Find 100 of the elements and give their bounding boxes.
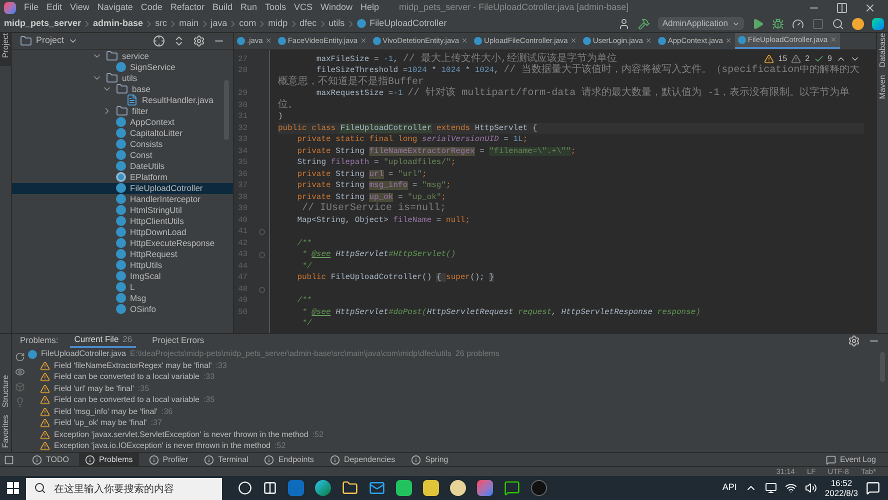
refresh-icon[interactable] (15, 352, 25, 362)
tree-item[interactable]: AppContext (12, 116, 233, 128)
tool-tab[interactable]: Dependencies (324, 453, 402, 466)
update-icon[interactable] (852, 18, 864, 30)
side-tool-tab[interactable]: Maven (872, 75, 888, 100)
tool-tab[interactable]: TODO (26, 453, 75, 466)
problem-message[interactable]: Field 'fileNameExtractorRegex' may be 'final' (54, 360, 212, 372)
plugin-icon[interactable] (872, 18, 884, 30)
problem-message[interactable]: Exception 'java.io.IOException' is never thrown in the method (54, 440, 271, 452)
scope-tab[interactable]: Project Errors (148, 334, 208, 348)
close-icon[interactable] (360, 37, 367, 44)
breadcrumb-item[interactable]: admin-base (93, 17, 144, 31)
eye-icon[interactable] (15, 366, 25, 377)
tree-item[interactable]: service (12, 50, 233, 62)
user-icon[interactable] (618, 18, 630, 30)
breadcrumb-item[interactable]: utils (328, 17, 345, 31)
tree-item[interactable]: ResultHandler.java (12, 94, 233, 106)
close-icon[interactable] (570, 37, 577, 44)
inspection-widget[interactable]: 15 2 9 (764, 52, 860, 65)
settings-icon[interactable] (848, 334, 860, 347)
breadcrumb-item[interactable]: src (155, 17, 168, 31)
task-view-icon[interactable] (263, 481, 277, 496)
problem-message[interactable]: Exception 'javax.servlet.ServletException' is never thrown in the method (54, 428, 308, 441)
tree-item[interactable]: HandlerInterceptor (12, 194, 233, 205)
tree-item[interactable]: OSinfo (12, 304, 233, 315)
close-icon[interactable] (864, 2, 876, 14)
clock[interactable]: 16:52 2022/8/3 (824, 478, 858, 498)
close-icon[interactable] (724, 37, 732, 44)
tree-item[interactable]: Const (12, 150, 233, 161)
tree-item[interactable]: SignService (12, 62, 233, 73)
menu-item[interactable]: Tools (264, 1, 286, 15)
layout-icon[interactable] (4, 454, 14, 465)
store-icon[interactable] (288, 480, 304, 496)
locate-icon[interactable] (153, 34, 165, 47)
app-icon[interactable] (396, 480, 412, 496)
ide-icon[interactable] (477, 480, 493, 496)
tree-item[interactable]: HtmlStringUtil (12, 204, 233, 216)
circle-icon[interactable] (238, 481, 252, 496)
breadcrumb-item[interactable]: java (210, 17, 228, 31)
monitor-icon[interactable] (764, 482, 777, 494)
app-icon[interactable] (450, 480, 466, 496)
expand-icon[interactable] (173, 34, 185, 47)
menu-item[interactable]: Refactor (170, 1, 204, 15)
problem-message[interactable]: Field 'up_ok' may be 'final' (54, 417, 147, 430)
mail-icon[interactable] (369, 480, 385, 496)
tree-item[interactable]: ImgScal (12, 270, 233, 282)
problem-message[interactable]: Field can be converted to a local variable (54, 371, 200, 384)
search-icon[interactable] (832, 18, 844, 30)
menu-item[interactable]: Edit (46, 1, 62, 15)
menu-item[interactable]: Run (240, 1, 257, 15)
browser-icon[interactable] (315, 480, 331, 496)
tree-item[interactable]: DateUtils (12, 160, 233, 172)
breadcrumb-item[interactable]: midp (268, 17, 288, 31)
tree-item[interactable]: Consists (12, 138, 233, 150)
tool-tab[interactable]: Spring (405, 453, 454, 466)
breadcrumb-item[interactable]: midp_pets_server (4, 17, 82, 31)
tree-item[interactable]: HttpClientUtils (12, 216, 233, 227)
tree-item[interactable]: HttpRequest (12, 248, 233, 260)
menu-item[interactable]: Navigate (97, 1, 133, 15)
tree-item[interactable]: L (12, 282, 233, 293)
tool-tab[interactable]: Terminal (198, 453, 254, 466)
tree-item[interactable]: filter (12, 106, 233, 117)
hammer-icon[interactable] (638, 18, 650, 30)
menu-item[interactable]: Window (320, 1, 353, 15)
close-icon[interactable] (264, 37, 272, 44)
tree-item[interactable]: HttpUtils (12, 260, 233, 271)
problem-message[interactable]: Field 'msg_info' may be 'final' (54, 406, 158, 418)
tree-item[interactable]: HttpDownLoad (12, 226, 233, 238)
menu-item[interactable]: View (70, 1, 90, 15)
tool-tab[interactable]: Problems (78, 453, 139, 466)
breadcrumb-item[interactable]: dfec (300, 17, 317, 31)
problem-message[interactable]: Field can be converted to a local variable (54, 394, 200, 406)
scope-tab[interactable]: Current File 26 (70, 334, 136, 348)
side-tool-tab[interactable]: Database (872, 32, 888, 68)
menu-item[interactable]: Build (212, 1, 232, 15)
app-icon[interactable] (423, 480, 439, 496)
tree-item[interactable]: CapitaltoLitter (12, 128, 233, 139)
breadcrumb-item[interactable]: com (239, 17, 256, 31)
tree-item[interactable]: Msg (12, 292, 233, 304)
close-icon[interactable] (461, 37, 468, 44)
side-tool-tab[interactable]: Favorites (0, 415, 16, 448)
gauge-icon[interactable] (792, 18, 804, 30)
tree-item[interactable]: HttpExecuteResponse (12, 238, 233, 249)
notification-icon[interactable] (866, 481, 880, 496)
restore-icon[interactable] (836, 2, 848, 14)
tray-label[interactable]: API (722, 481, 737, 495)
bug-icon[interactable] (772, 18, 784, 30)
event-log-button[interactable]: Event Log (826, 454, 884, 466)
panel-title[interactable]: Project (36, 34, 64, 48)
close-icon[interactable] (644, 37, 652, 44)
settings-icon[interactable] (193, 34, 205, 47)
menu-item[interactable]: Code (140, 1, 162, 15)
problem-file-name[interactable]: FileUploadCotroller.java (41, 348, 126, 360)
chat-icon[interactable] (504, 480, 520, 496)
side-tool-tab[interactable]: Structure (0, 374, 16, 408)
volume-icon[interactable] (804, 482, 817, 494)
tree-item[interactable]: FileUploadCotroller (12, 182, 233, 194)
run-icon[interactable] (752, 18, 764, 30)
tree-item[interactable]: base (12, 84, 233, 95)
tree-item[interactable]: utils (12, 72, 233, 84)
